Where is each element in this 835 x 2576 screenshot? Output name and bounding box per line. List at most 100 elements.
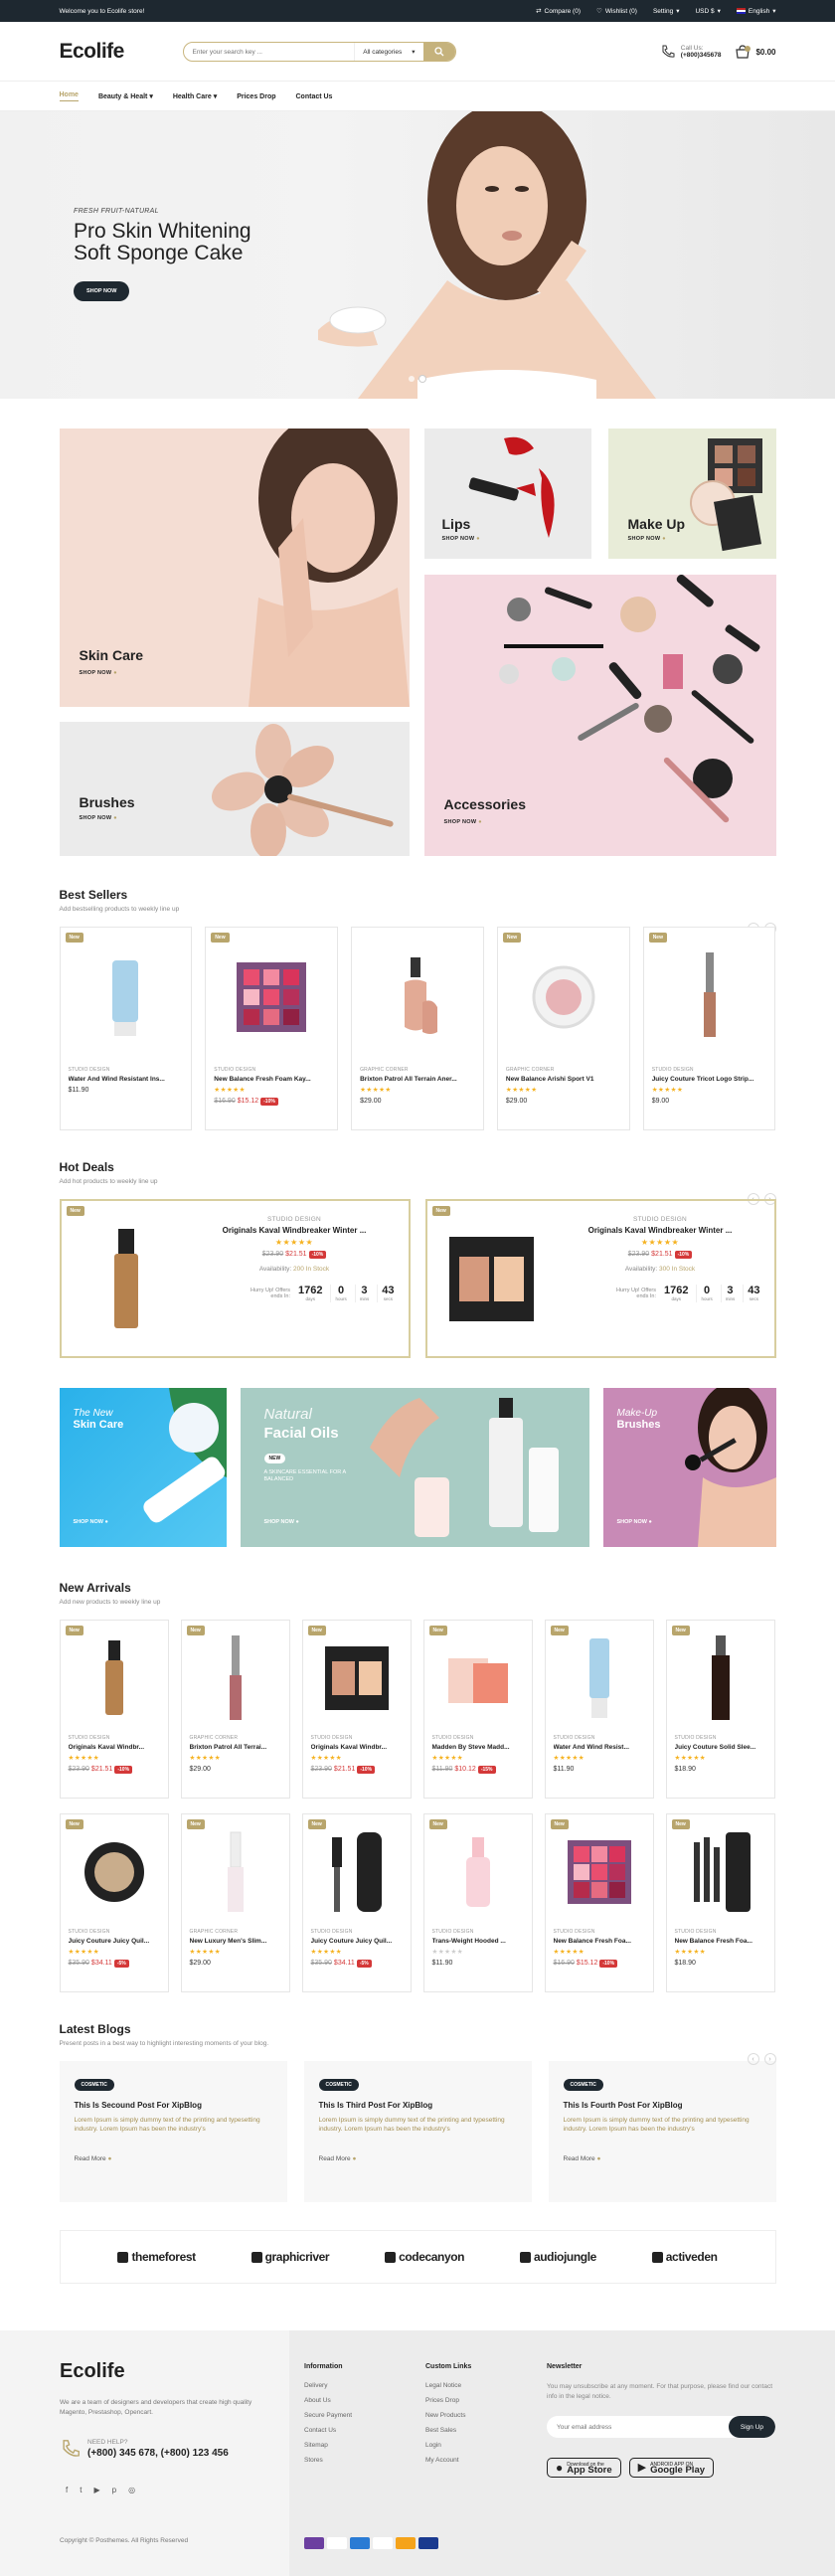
product-card[interactable]: New STUDIO DESIGN Juicy Couture Tricot Lo… — [642, 927, 776, 1130]
product-name[interactable]: New Balance Arishi Sport V1 — [506, 1076, 621, 1083]
promo-skin-care[interactable]: The New Skin Care SHOP NOW ● — [59, 1388, 227, 1547]
blog-tag[interactable]: COSMETIC — [318, 2079, 359, 2091]
product-name[interactable]: Trans-Weight Hooded ... — [432, 1938, 524, 1945]
category-select[interactable]: All categories ▾ — [354, 43, 422, 61]
brand-logo[interactable]: audiojungle — [519, 2250, 596, 2264]
app-store-button[interactable]: ● Download on the App Store — [547, 2458, 621, 2478]
blog-title[interactable]: This Is Fourth Post For XipBlog — [564, 2101, 761, 2110]
product-name[interactable]: Originals Kaval Windbr... — [69, 1744, 160, 1751]
brand-logo[interactable]: graphicriver — [250, 2250, 330, 2264]
product-card[interactable]: New GRAPHIC CORNER New Luxury Men's Slim..… — [180, 1813, 290, 1992]
banner-accessories[interactable]: Accessories SHOP NOW ● — [423, 575, 776, 856]
brand-logo[interactable]: activeden — [651, 2250, 718, 2264]
product-card[interactable]: New STUDIO DESIGN Water And Wind Resist...… — [544, 1620, 654, 1799]
search-input[interactable] — [183, 48, 355, 56]
read-more-link[interactable]: Read More ● — [319, 2155, 517, 2162]
promo-shop-link[interactable]: SHOP NOW ● — [74, 1519, 108, 1525]
product-card[interactable]: New STUDIO DESIGN New Balance Fresh Foa...… — [665, 1813, 775, 1992]
email-input[interactable] — [547, 2416, 729, 2438]
brand-logo[interactable]: codecanyon — [385, 2250, 464, 2264]
hero-shop-button[interactable]: SHOP NOW — [74, 281, 130, 301]
promo-shop-link[interactable]: SHOP NOW ● — [617, 1519, 652, 1525]
pinterest-icon[interactable]: p — [112, 2486, 116, 2494]
slider-dot[interactable] — [409, 376, 415, 382]
footer-link[interactable]: About Us — [304, 2397, 352, 2404]
footer-link[interactable]: Contact Us — [304, 2427, 352, 2434]
product-card[interactable]: New STUDIO DESIGN New Balance Fresh Foam … — [205, 927, 339, 1130]
promo-facial-oils[interactable]: Natural Facial Oils NEW A SKINCARE ESSEN… — [240, 1388, 589, 1547]
product-card[interactable]: New STUDIO DESIGN New Balance Fresh Foa...… — [544, 1813, 654, 1992]
product-card[interactable]: New STUDIO DESIGN Originals Kaval Windbr..… — [301, 1620, 412, 1799]
banner-brushes[interactable]: Brushes SHOP NOW ● — [59, 722, 410, 856]
nav-beauty[interactable]: Beauty & Healt ▾ — [98, 92, 153, 100]
blog-tag[interactable]: COSMETIC — [563, 2079, 603, 2091]
brand-logo[interactable]: themeforest — [117, 2250, 196, 2264]
nav-home[interactable]: Home — [59, 91, 79, 101]
footer-link[interactable]: Legal Notice — [425, 2382, 471, 2389]
promo-shop-link[interactable]: SHOP NOW ● — [264, 1519, 299, 1525]
google-play-button[interactable]: ▶ ANDROID APP ON Google Play — [628, 2458, 715, 2478]
banner-make-up[interactable]: Make Up SHOP NOW ● — [607, 429, 776, 559]
footer-link[interactable]: My Account — [425, 2457, 471, 2464]
blog-card[interactable]: COSMETIC This Is Fourth Post For XipBlog L… — [548, 2061, 776, 2202]
product-card[interactable]: New GRAPHIC CORNER New Balance Arishi Spo… — [496, 927, 630, 1130]
banner-lips-link[interactable]: SHOP NOW ● — [442, 536, 480, 542]
footer-link[interactable]: Prices Drop — [425, 2397, 471, 2404]
compare-link[interactable]: ⇄ Compare (0) — [536, 7, 581, 16]
product-card[interactable]: New STUDIO DESIGN Juicy Couture Juicy Quil… — [59, 1813, 169, 1992]
product-card[interactable]: New STUDIO DESIGN Juicy Couture Solid Slee… — [665, 1620, 775, 1799]
banner-lips[interactable]: Lips SHOP NOW ● — [423, 429, 591, 559]
blog-title[interactable]: This Is Secound Post For XipBlog — [75, 2101, 272, 2110]
setting-dropdown[interactable]: Setting ▾ — [653, 7, 680, 16]
nav-prices-drop[interactable]: Prices Drop — [237, 93, 275, 100]
product-card[interactable]: New STUDIO DESIGN Water And Wind Resistan… — [59, 927, 193, 1130]
product-card[interactable]: New STUDIO DESIGN Originals Kaval Windbr..… — [59, 1620, 169, 1799]
product-name[interactable]: Juicy Couture Juicy Quil... — [69, 1938, 160, 1945]
banner-brushes-link[interactable]: SHOP NOW ● — [80, 815, 117, 821]
product-card[interactable]: New STUDIO DESIGN Juicy Couture Juicy Quil… — [301, 1813, 412, 1992]
product-name[interactable]: Madden By Steve Madd... — [432, 1744, 524, 1751]
product-name[interactable]: Water And Wind Resistant Ins... — [69, 1076, 184, 1083]
blog-title[interactable]: This Is Third Post For XipBlog — [319, 2101, 517, 2110]
product-card[interactable]: GRAPHIC CORNER Brixton Patrol All Terrain… — [351, 927, 484, 1130]
product-card[interactable]: New STUDIO DESIGN Madden By Steve Madd... ★… — [422, 1620, 533, 1799]
product-name[interactable]: Juicy Couture Juicy Quil... — [311, 1938, 403, 1945]
product-name[interactable]: New Luxury Men's Slim... — [190, 1938, 281, 1945]
footer-link[interactable]: Secure Payment — [304, 2412, 352, 2419]
promo-brushes[interactable]: Make-Up Brushes SHOP NOW ● — [602, 1388, 776, 1547]
slider-dot-active[interactable] — [419, 376, 425, 382]
deal-card[interactable]: New STUDIO DESIGN Originals Kaval Windbr… — [424, 1199, 776, 1358]
banner-make-up-link[interactable]: SHOP NOW ● — [628, 536, 666, 542]
twitter-icon[interactable]: t — [80, 2486, 82, 2494]
product-name[interactable]: New Balance Fresh Foam Kay... — [214, 1076, 329, 1083]
search-button[interactable] — [422, 43, 455, 61]
product-card[interactable]: New STUDIO DESIGN Trans-Weight Hooded ... ★… — [422, 1813, 533, 1992]
product-name[interactable]: Originals Kaval Windbr... — [311, 1744, 403, 1751]
footer-link[interactable]: Login — [425, 2442, 471, 2449]
footer-logo[interactable]: Ecolife — [60, 2360, 125, 2383]
deal-card[interactable]: New STUDIO DESIGN Originals Kaval Windbr… — [59, 1199, 411, 1358]
banner-skin-care[interactable]: Skin Care SHOP NOW ● — [59, 429, 410, 707]
banner-accessories-link[interactable]: SHOP NOW ● — [444, 819, 482, 825]
banner-skin-care-link[interactable]: SHOP NOW ● — [80, 670, 117, 676]
cart-button[interactable]: $0.00 — [735, 44, 776, 60]
signup-button[interactable]: Sign Up — [728, 2416, 775, 2438]
footer-link[interactable]: New Products — [425, 2412, 471, 2419]
logo[interactable]: Ecolife — [60, 40, 183, 64]
deal-name[interactable]: Originals Kaval Windbreaker Winter ... — [557, 1226, 764, 1235]
nav-contact[interactable]: Contact Us — [296, 93, 333, 100]
read-more-link[interactable]: Read More ● — [564, 2155, 761, 2162]
product-name[interactable]: Brixton Patrol All Terrain Aner... — [360, 1076, 475, 1083]
nav-health-care[interactable]: Health Care ▾ — [173, 92, 217, 100]
deal-name[interactable]: Originals Kaval Windbreaker Winter ... — [191, 1226, 399, 1235]
product-name[interactable]: New Balance Fresh Foa... — [554, 1938, 645, 1945]
footer-link[interactable]: Best Sales — [425, 2427, 471, 2434]
language-dropdown[interactable]: English ▾ — [736, 7, 776, 15]
read-more-link[interactable]: Read More ● — [75, 2155, 272, 2162]
footer-link[interactable]: Sitemap — [304, 2442, 352, 2449]
product-name[interactable]: Juicy Couture Solid Slee... — [675, 1744, 766, 1751]
blog-tag[interactable]: COSMETIC — [74, 2079, 114, 2091]
product-card[interactable]: New GRAPHIC CORNER Brixton Patrol All Terr… — [180, 1620, 290, 1799]
footer-link[interactable]: Delivery — [304, 2382, 352, 2389]
product-name[interactable]: Brixton Patrol All Terrai... — [190, 1744, 281, 1751]
